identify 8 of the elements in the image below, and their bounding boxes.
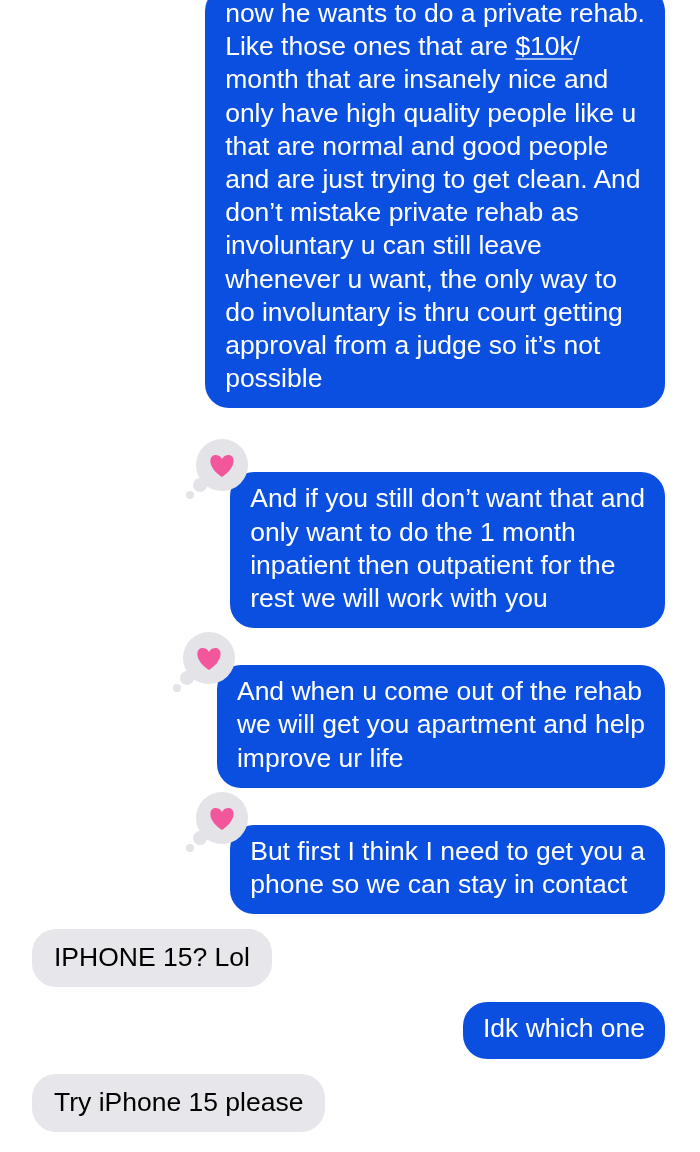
message-bubble: IPHONE 15? Lol bbox=[32, 929, 272, 988]
message-bubble: Idk which one bbox=[462, 1002, 665, 1059]
message-bubble: And if you still don’t want that and only want to do the 1 month inpatient then outpatient for the rest we will work with you bbox=[230, 472, 665, 629]
price-link[interactable]: $10k bbox=[515, 31, 573, 62]
message-bubble: now he wants to do a private rehab. Like those ones that are $10k/ month that are insanely nice and only have high quality people like u that are normal and good people and are just trying to get clean. And don’t mistake private rehab as involuntary u can still leave whenever u want, the only way to do involuntary is thru court getting approval from a judge so it’s not possible bbox=[205, 0, 665, 409]
message-bubble: Try iPhone 15 please bbox=[32, 1073, 326, 1132]
message-bubble: And when u come out of the rehab we will get you apartment and help improve ur life bbox=[216, 665, 665, 788]
message-bubble: But first I think I need to get you a phone so we can stay in contact bbox=[230, 824, 665, 915]
